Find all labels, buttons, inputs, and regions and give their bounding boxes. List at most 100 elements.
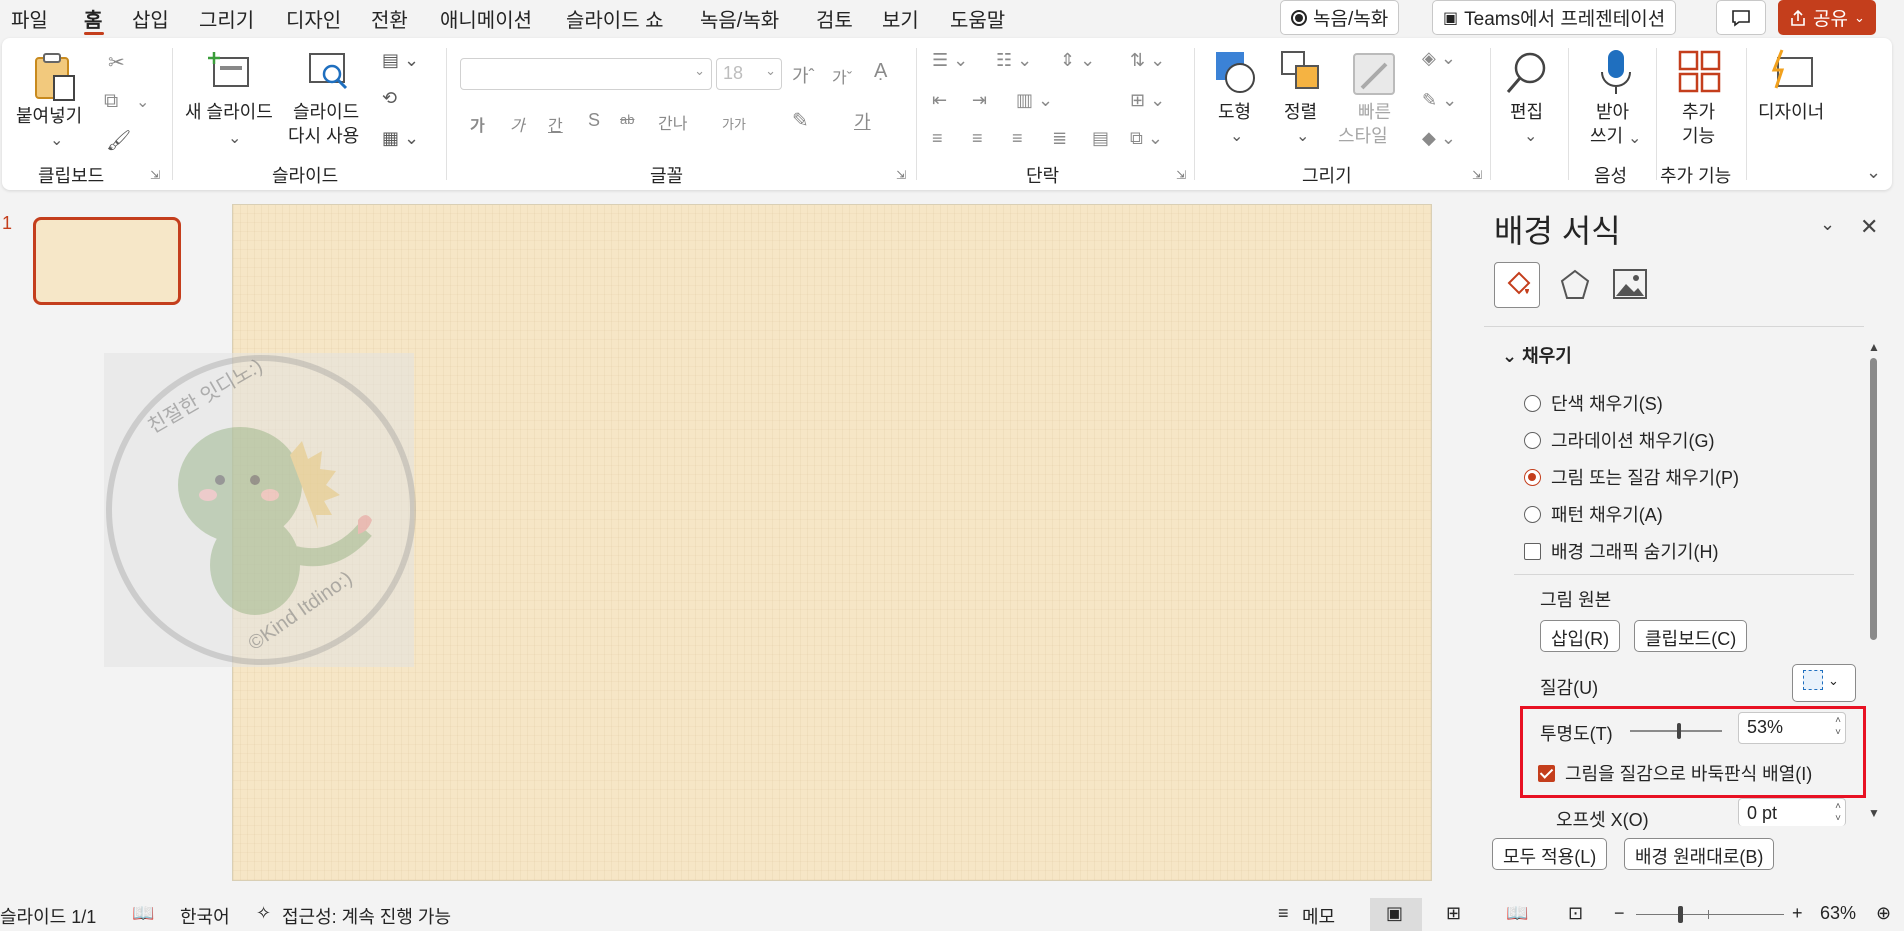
justify-icon[interactable]: ≣ xyxy=(1052,128,1067,149)
reuse-slides-label-1[interactable]: 슬라이드 xyxy=(293,100,359,124)
font-color-icon[interactable]: 가 xyxy=(854,108,871,134)
shadow-button[interactable]: S xyxy=(588,110,600,131)
option-solid-fill[interactable]: 단색 채우기(S) xyxy=(1524,390,1663,416)
scrollbar-thumb[interactable] xyxy=(1870,358,1877,640)
notes-button[interactable]: 메모 xyxy=(1302,903,1335,929)
tab-view[interactable]: 보기 xyxy=(882,4,919,33)
italic-button[interactable]: 가 xyxy=(510,112,525,136)
radio-pattern-fill[interactable] xyxy=(1524,505,1541,523)
designer-label[interactable]: 디자이너 xyxy=(1758,100,1824,124)
texture-dropdown[interactable]: ⌄ xyxy=(1792,664,1856,702)
fill-section-header[interactable]: ⌄ 채우기 xyxy=(1502,342,1572,368)
text-direction-icon[interactable]: ⇅ ⌄ xyxy=(1130,50,1165,71)
arrange-label[interactable]: 정렬 xyxy=(1284,100,1317,124)
dictate-label-2[interactable]: 쓰기 xyxy=(1590,124,1623,148)
transparency-input[interactable]: 53% ˄ ˅ xyxy=(1738,712,1846,744)
align-left-icon[interactable]: ≡ xyxy=(932,128,943,149)
share-button[interactable]: 공유 ⌄ xyxy=(1778,0,1876,35)
zoom-thumb[interactable] xyxy=(1677,906,1683,923)
checkbox-tile-texture[interactable] xyxy=(1538,764,1555,782)
layout-icon[interactable]: ▤ ⌄ xyxy=(382,50,419,71)
shapes-label[interactable]: 도형 xyxy=(1218,100,1251,124)
decrease-indent-icon[interactable]: ⇤ xyxy=(932,90,947,111)
distribute-icon[interactable]: ▤ xyxy=(1092,128,1109,149)
editing-label[interactable]: 편집 xyxy=(1510,100,1543,124)
tab-help[interactable]: 도움말 xyxy=(950,4,1005,33)
option-hide-graphics[interactable]: 배경 그래픽 숨기기(H) xyxy=(1524,538,1718,564)
transparency-slider[interactable] xyxy=(1630,723,1722,739)
option-pattern-fill[interactable]: 패턴 채우기(A) xyxy=(1524,501,1663,527)
fill-tab[interactable] xyxy=(1494,262,1540,308)
shape-outline-icon[interactable]: ✎ ⌄ xyxy=(1422,90,1457,111)
scroll-down-icon[interactable]: ▼ xyxy=(1868,806,1880,820)
chevron-down-icon[interactable]: ⌄ xyxy=(1820,214,1835,235)
clipboard-button[interactable]: 클립보드(C) xyxy=(1634,620,1748,652)
dialog-launcher-icon[interactable]: ⇲ xyxy=(1472,168,1482,182)
format-painter-icon[interactable]: 🖌 xyxy=(106,128,131,153)
numbering-icon[interactable]: ☷ ⌄ xyxy=(996,50,1032,71)
bold-button[interactable]: 가 xyxy=(470,112,485,136)
slide-sorter-icon[interactable]: ⊞ xyxy=(1446,903,1461,924)
strikethrough-button[interactable]: ab xyxy=(620,112,634,127)
tab-insert[interactable]: 삽입 xyxy=(132,4,169,33)
grow-font-icon[interactable]: 가ˆ xyxy=(792,62,815,88)
offset-x-input[interactable]: 0 pt ˄ ˅ xyxy=(1738,798,1846,826)
radio-picture-fill[interactable] xyxy=(1524,468,1541,486)
cut-icon[interactable]: ✂ xyxy=(108,50,125,75)
option-picture-fill[interactable]: 그림 또는 질감 채우기(P) xyxy=(1524,464,1739,490)
comments-button[interactable] xyxy=(1716,0,1766,35)
shape-effects-icon[interactable]: ◆ ⌄ xyxy=(1422,128,1456,149)
tab-slideshow[interactable]: 슬라이드 쇼 xyxy=(566,4,664,33)
smartart-icon[interactable]: ⧉ ⌄ xyxy=(1130,128,1163,149)
zoom-out-button[interactable]: − xyxy=(1614,903,1625,924)
tab-file[interactable]: 파일 xyxy=(11,4,48,33)
option-gradient-fill[interactable]: 그라데이션 채우기(G) xyxy=(1524,427,1714,453)
fit-slide-icon[interactable]: ⊕ xyxy=(1876,903,1891,924)
spin-arrows-icon[interactable]: ˄ ˅ xyxy=(1835,715,1841,739)
reuse-slides-label-2[interactable]: 다시 사용 xyxy=(288,124,359,148)
copy-icon[interactable]: ⧉ xyxy=(104,90,118,113)
dialog-launcher-icon[interactable]: ⇲ xyxy=(150,168,160,182)
paste-label[interactable]: 붙여넣기 xyxy=(16,104,82,128)
quick-styles-label-1[interactable]: 빠른 xyxy=(1358,100,1391,124)
section-icon[interactable]: ▦ ⌄ xyxy=(382,128,419,149)
font-size-combo[interactable]: 18 ⌄ xyxy=(716,58,782,90)
dialog-launcher-icon[interactable]: ⇲ xyxy=(1176,168,1186,182)
zoom-value[interactable]: 63% xyxy=(1820,903,1856,924)
slider-thumb[interactable] xyxy=(1676,723,1681,739)
char-spacing-button[interactable]: 간나 xyxy=(658,110,687,134)
record-button[interactable]: 녹음/녹화 xyxy=(1280,0,1400,35)
tab-review[interactable]: 검토 xyxy=(816,4,853,33)
slideshow-icon[interactable]: ⊡ xyxy=(1568,903,1583,924)
quick-styles-label-2[interactable]: 스타일 xyxy=(1338,124,1388,148)
tab-transitions[interactable]: 전환 xyxy=(371,4,408,33)
language-label[interactable]: 한국어 xyxy=(180,903,230,929)
clear-format-icon[interactable]: Ạ xyxy=(874,60,887,83)
line-spacing-icon[interactable]: ⇕ ⌄ xyxy=(1060,50,1095,71)
zoom-in-button[interactable]: + xyxy=(1792,903,1803,924)
book-icon[interactable]: 📖 xyxy=(132,903,154,924)
tab-record[interactable]: 녹음/녹화 xyxy=(700,4,779,33)
tab-design[interactable]: 디자인 xyxy=(286,4,341,33)
align-right-icon[interactable]: ≡ xyxy=(1012,128,1023,149)
shrink-font-icon[interactable]: 가ˇ xyxy=(832,64,852,88)
underline-button[interactable]: 간 xyxy=(548,112,563,136)
addins-label-2[interactable]: 기능 xyxy=(1682,124,1715,148)
close-icon[interactable]: ✕ xyxy=(1860,214,1878,240)
font-name-combo[interactable]: ⌄ xyxy=(460,58,712,90)
collapse-ribbon-icon[interactable]: ⌄ xyxy=(1866,162,1881,183)
pentagon-effects-icon[interactable] xyxy=(1558,268,1592,302)
new-slide-label[interactable]: 새 슬라이드 xyxy=(185,100,273,124)
checkbox-hide-graphics[interactable] xyxy=(1524,542,1541,560)
apply-to-all-button[interactable]: 모두 적용(L) xyxy=(1492,838,1608,870)
increase-indent-icon[interactable]: ⇥ xyxy=(972,90,987,111)
option-tile-texture[interactable]: 그림을 질감으로 바둑판식 배열(I) xyxy=(1538,760,1812,786)
align-text-icon[interactable]: ⊞ ⌄ xyxy=(1130,90,1165,111)
tab-draw[interactable]: 그리기 xyxy=(199,4,254,33)
tab-home[interactable]: 홈 xyxy=(84,4,102,33)
scroll-up-icon[interactable]: ▲ xyxy=(1868,340,1880,354)
shape-fill-icon[interactable]: ◈ ⌄ xyxy=(1422,48,1456,69)
columns-icon[interactable]: ▥ ⌄ xyxy=(1016,90,1053,111)
spin-arrows-icon[interactable]: ˄ ˅ xyxy=(1835,801,1841,825)
slide-thumbnail[interactable] xyxy=(33,217,181,305)
